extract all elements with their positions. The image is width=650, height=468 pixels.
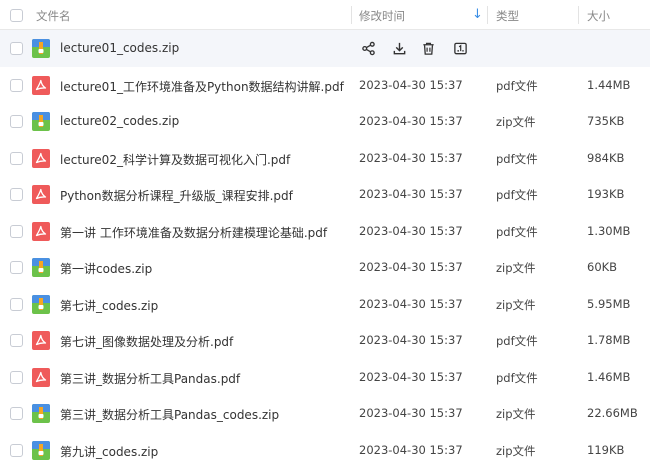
row-checkbox[interactable] [10, 334, 23, 347]
file-type: pdf文件 [496, 224, 538, 239]
file-modified-date: 2023-04-30 15:37 [359, 296, 463, 311]
file-list-table: 文件名 修改时间 ↓ 类型 大小 lecture01_codes.ziplect… [0, 0, 650, 468]
file-name[interactable]: 第一讲codes.zip [60, 260, 152, 277]
zip-file-icon [32, 440, 50, 460]
file-type: zip文件 [496, 261, 536, 275]
row-checkbox[interactable] [10, 151, 23, 165]
column-header-size[interactable]: 大小 [587, 8, 610, 24]
file-row[interactable]: lecture02_科学计算及数据可视化入门.pdf 2023-04-30 15:… [0, 140, 650, 177]
pdf-file-icon [32, 148, 50, 168]
file-size: 1.46MB [587, 369, 631, 384]
row-checkbox[interactable] [10, 115, 23, 128]
file-row[interactable]: lecture01_codes.zip [0, 30, 650, 67]
row-checkbox[interactable] [10, 224, 23, 238]
delete-icon[interactable] [419, 39, 437, 57]
file-name[interactable]: Python数据分析课程_升级版_课程安排.pdf [60, 187, 293, 204]
file-row[interactable]: 第九讲_codes.zip 2023-04-30 15:37 zip文件 119KB [0, 432, 650, 468]
file-modified-date: 2023-04-30 15:37 [359, 369, 463, 384]
file-size: 119KB [587, 442, 625, 457]
file-size: 193KB [587, 187, 625, 201]
file-row[interactable]: 第七讲_codes.zip 2023-04-30 15:37 zip文件 5.95MB [0, 286, 650, 323]
file-row[interactable]: 第三讲_数据分析工具Pandas_codes.zip 2023-04-30 15:… [0, 395, 650, 432]
file-row[interactable]: lecture02_codes.zip 2023-04-30 15:37 zip文件… [0, 103, 650, 140]
file-name[interactable]: lecture02_codes.zip [60, 114, 179, 128]
file-modified-date: 2023-04-30 15:37 [359, 77, 463, 92]
file-name[interactable]: 第一讲 工作环境准备及数据分析建模理论基础.pdf [60, 224, 327, 241]
file-name[interactable]: 第七讲_图像数据处理及分析.pdf [60, 333, 233, 350]
pdf-file-icon [32, 185, 50, 204]
row-checkbox[interactable] [10, 42, 23, 55]
download-icon[interactable] [390, 39, 408, 57]
file-size: 735KB [587, 114, 625, 128]
file-type: zip文件 [496, 115, 536, 129]
sort-desc-icon[interactable]: ↓ [472, 7, 483, 22]
file-type: zip文件 [496, 407, 536, 421]
select-all-checkbox[interactable] [10, 9, 23, 22]
file-name[interactable]: lecture01_工作环境准备及Python数据结构讲解.pdf [60, 78, 344, 95]
file-size: 22.66MB [587, 406, 638, 420]
file-size: 5.95MB [587, 296, 631, 311]
file-modified-date: 2023-04-30 15:37 [359, 442, 463, 457]
file-modified-date: 2023-04-30 15:37 [359, 406, 463, 420]
file-name[interactable]: 第三讲_数据分析工具Pandas.pdf [60, 370, 240, 387]
file-row[interactable]: 第一讲codes.zip 2023-04-30 15:37 zip文件 60KB [0, 249, 650, 286]
zip-file-icon [32, 112, 50, 131]
file-size: 1.78MB [587, 333, 631, 347]
file-name[interactable]: 第三讲_数据分析工具Pandas_codes.zip [60, 406, 279, 423]
table-header: 文件名 修改时间 ↓ 类型 大小 [0, 0, 650, 30]
file-modified-date: 2023-04-30 15:37 [359, 333, 463, 347]
pdf-file-icon [32, 75, 50, 95]
zip-file-icon [32, 39, 50, 58]
file-row[interactable]: 第一讲 工作环境准备及数据分析建模理论基础.pdf 2023-04-30 15:3… [0, 213, 650, 250]
column-header-type[interactable]: 类型 [496, 8, 519, 24]
file-size: 60KB [587, 260, 618, 274]
file-row[interactable]: 第七讲_图像数据处理及分析.pdf 2023-04-30 15:37 pdf文件 1.… [0, 322, 650, 359]
file-type: zip文件 [496, 443, 536, 458]
column-divider[interactable] [578, 6, 579, 24]
zip-file-icon [32, 258, 50, 277]
file-row[interactable]: 第三讲_数据分析工具Pandas.pdf 2023-04-30 15:37 pdf文… [0, 359, 650, 396]
file-type: zip文件 [496, 297, 536, 312]
file-type: pdf文件 [496, 151, 538, 166]
column-header-name[interactable]: 文件名 [36, 8, 71, 24]
row-checkbox[interactable] [10, 407, 23, 420]
file-type: pdf文件 [496, 188, 538, 202]
file-size: 1.30MB [587, 223, 631, 238]
file-name[interactable]: lecture01_codes.zip [60, 41, 179, 55]
row-checkbox[interactable] [10, 370, 23, 384]
share-icon[interactable] [359, 39, 377, 57]
row-checkbox[interactable] [10, 261, 23, 274]
zip-file-icon [32, 294, 50, 314]
column-divider[interactable] [351, 6, 352, 24]
file-size: 984KB [587, 150, 625, 165]
pdf-file-icon [32, 331, 50, 350]
file-size: 1.44MB [587, 77, 631, 92]
column-header-date[interactable]: 修改时间 [359, 8, 405, 24]
file-modified-date: 2023-04-30 15:37 [359, 260, 463, 274]
pdf-file-icon [32, 367, 50, 387]
file-name[interactable]: 第七讲_codes.zip [60, 297, 158, 314]
pdf-file-icon [32, 221, 50, 241]
file-name[interactable]: lecture02_科学计算及数据可视化入门.pdf [60, 151, 290, 168]
file-type: pdf文件 [496, 370, 538, 385]
file-modified-date: 2023-04-30 15:37 [359, 223, 463, 238]
row-checkbox[interactable] [10, 188, 23, 201]
file-modified-date: 2023-04-30 15:37 [359, 150, 463, 165]
file-modified-date: 2023-04-30 15:37 [359, 114, 463, 128]
file-row[interactable]: Python数据分析课程_升级版_课程安排.pdf 2023-04-30 15:3… [0, 176, 650, 213]
file-type: pdf文件 [496, 334, 538, 348]
file-modified-date: 2023-04-30 15:37 [359, 187, 463, 201]
zip-file-icon [32, 404, 50, 423]
file-row[interactable]: lecture01_工作环境准备及Python数据结构讲解.pdf 2023-04… [0, 67, 650, 104]
row-checkbox[interactable] [10, 297, 23, 311]
file-type: pdf文件 [496, 78, 538, 93]
column-divider[interactable] [487, 6, 488, 24]
file-name[interactable]: 第九讲_codes.zip [60, 443, 158, 460]
row-checkbox[interactable] [10, 443, 23, 457]
more-icon[interactable] [451, 39, 469, 57]
row-checkbox[interactable] [10, 78, 23, 92]
